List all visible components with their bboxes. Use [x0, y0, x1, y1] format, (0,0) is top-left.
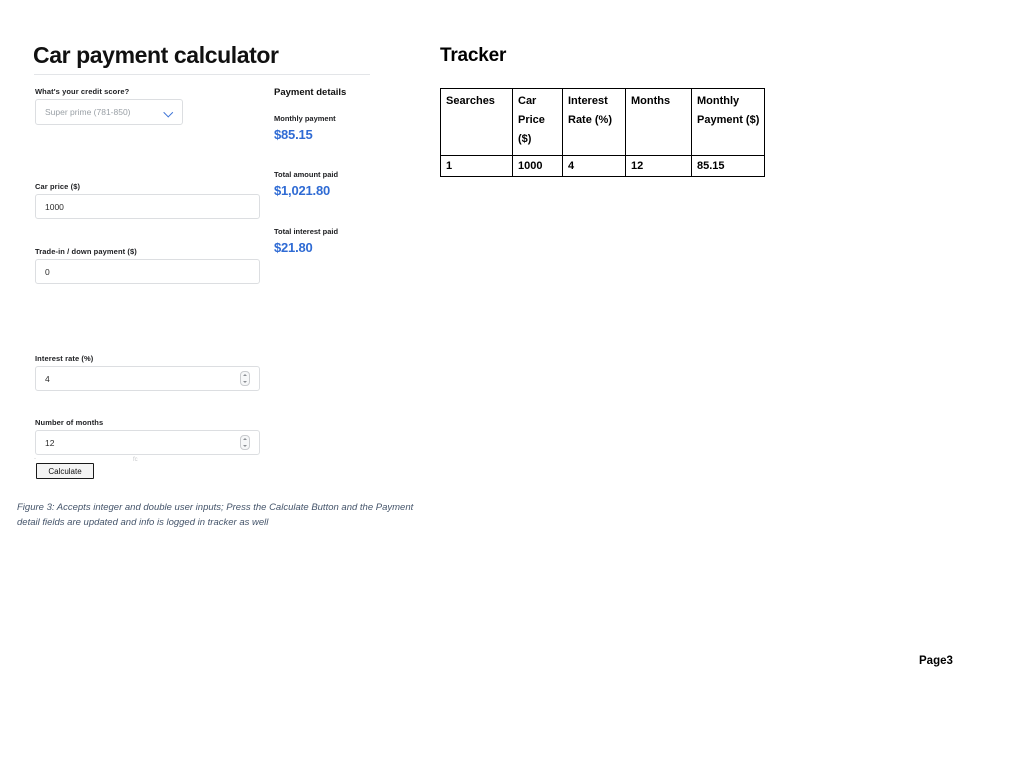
calculator-title: Car payment calculator — [33, 42, 279, 68]
total-interest-paid-label: Total interest paid — [274, 227, 339, 236]
table-header-row: Searches Car Price ($) Interest Rate (%)… — [440, 88, 765, 156]
cell-monthly-payment: 85.15 — [691, 155, 765, 177]
total-amount-paid-label: Total amount paid — [274, 170, 339, 179]
table-row: 1 1000 4 12 85.15 — [440, 155, 765, 177]
car-price-input[interactable]: 1000 — [35, 194, 260, 219]
tracker-heading: Tracker — [440, 45, 507, 66]
calculate-button[interactable]: Calculate — [36, 463, 94, 479]
column-header-interest-rate: Interest Rate (%) — [562, 88, 626, 156]
cell-interest-rate: 4 — [562, 155, 626, 177]
number-spinner-icon[interactable] — [240, 435, 250, 450]
car-price-label: Car price ($) — [35, 182, 81, 191]
cell-car-price: 1000 — [512, 155, 563, 177]
interest-rate-label: Interest rate (%) — [35, 354, 94, 363]
column-header-months: Months — [625, 88, 692, 156]
cell-searches: 1 — [440, 155, 513, 177]
title-divider — [34, 74, 370, 75]
total-interest-paid-value: $21.80 — [274, 240, 313, 255]
number-spinner-icon[interactable] — [240, 371, 250, 386]
page-number: Page3 — [919, 655, 953, 667]
trade-in-label: Trade-in / down payment ($) — [35, 247, 137, 256]
car-price-value: 1000 — [45, 201, 64, 212]
chevron-down-icon — [164, 108, 173, 117]
trade-in-value: 0 — [45, 266, 50, 277]
monthly-payment-label: Monthly payment — [274, 114, 336, 123]
credit-score-select[interactable]: Super prime (781-850) — [35, 99, 183, 125]
fc-artifact: fc — [133, 457, 138, 463]
credit-score-label: What's your credit score? — [35, 87, 130, 96]
column-header-monthly-payment: Monthly Payment ($) — [691, 88, 765, 156]
months-value: 12 — [45, 437, 55, 448]
total-amount-paid-value: $1,021.80 — [274, 183, 331, 198]
car-payment-calculator-figure: Car payment calculator What's your credi… — [0, 0, 430, 540]
monthly-payment-value: $85.15 — [274, 127, 313, 142]
months-input[interactable]: 12 — [35, 430, 260, 455]
interest-rate-value: 4 — [45, 373, 50, 384]
dash-artifact: - — [34, 456, 36, 462]
figure-caption: Figure 3: Accepts integer and double use… — [17, 502, 414, 528]
payment-details-title: Payment details — [274, 87, 347, 98]
interest-rate-input[interactable]: 4 — [35, 366, 260, 391]
trade-in-input[interactable]: 0 — [35, 259, 260, 284]
tracker-table: Searches Car Price ($) Interest Rate (%)… — [440, 88, 765, 177]
column-header-car-price: Car Price ($) — [512, 88, 563, 156]
months-label: Number of months — [35, 418, 104, 427]
column-header-searches: Searches — [440, 88, 513, 156]
cell-months: 12 — [625, 155, 692, 177]
credit-score-value: Super prime (781-850) — [45, 107, 131, 117]
